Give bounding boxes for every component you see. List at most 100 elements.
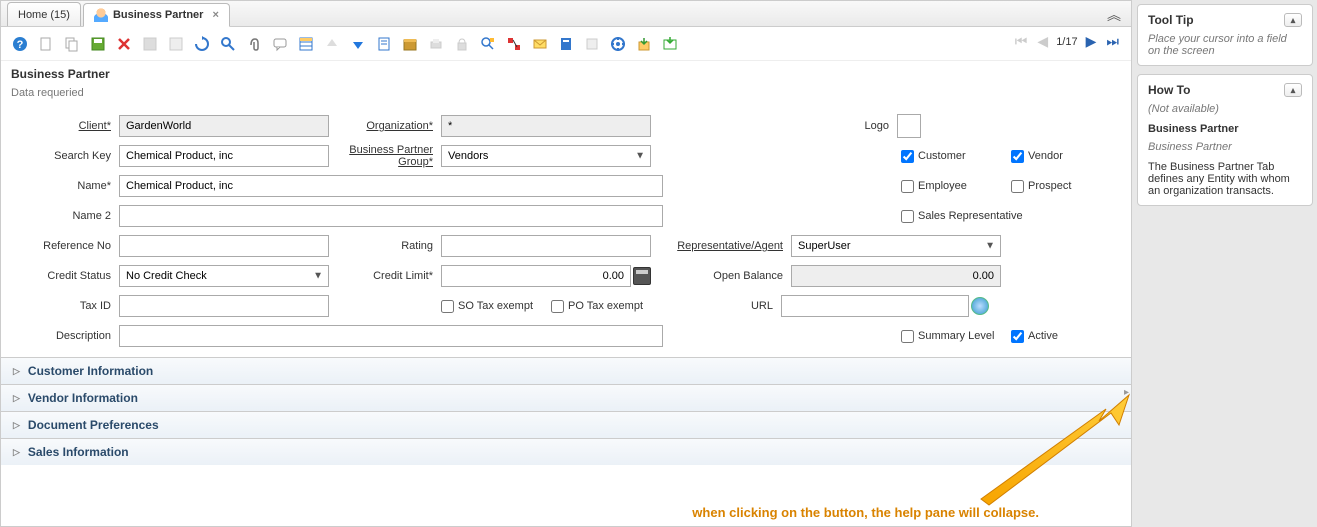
howto-sub: Business Partner (1148, 141, 1302, 153)
help-icon[interactable]: ? (9, 33, 31, 55)
toolbar: ? ⏮ ◀ 1/17 ▶ ⏭ (1, 27, 1131, 61)
lock-icon (451, 33, 473, 55)
collapse-up-icon[interactable]: ▴ (1284, 13, 1302, 27)
help-panel: Tool Tip ▴ Place your cursor into a fiel… (1137, 4, 1313, 214)
label-logo: Logo (837, 120, 897, 132)
label-name2: Name 2 (11, 210, 119, 222)
requests-icon[interactable] (529, 33, 551, 55)
export-icon (581, 33, 603, 55)
organization-field (441, 115, 651, 137)
tab-bp-label: Business Partner (113, 9, 203, 21)
label-repagent[interactable]: Representative/Agent (671, 240, 791, 252)
url-field[interactable] (781, 295, 969, 317)
last-record-icon[interactable]: ⏭ (1104, 33, 1121, 50)
help-pane-collapse-button[interactable]: ▸ (1124, 387, 1129, 398)
tab-home-label: Home (15) (18, 9, 70, 21)
accordion-vendor-info[interactable]: ▷Vendor Information (1, 384, 1131, 411)
tab-business-partner[interactable]: Business Partner × (83, 3, 230, 27)
repagent-field[interactable] (791, 235, 1001, 257)
globe-icon[interactable] (971, 297, 989, 315)
search-key-field[interactable] (119, 145, 329, 167)
name2-field[interactable] (119, 205, 663, 227)
svg-text:?: ? (17, 39, 24, 51)
calculator-icon[interactable] (633, 267, 651, 285)
save-disabled-icon (139, 33, 161, 55)
csv-import-icon[interactable] (659, 33, 681, 55)
howto-na: (Not available) (1148, 103, 1302, 115)
label-taxid: Tax ID (11, 300, 119, 312)
zoom-across-icon[interactable] (477, 33, 499, 55)
record-position: 1/17 (1056, 36, 1077, 48)
howto-body: The Business Partner Tab defines any Ent… (1148, 161, 1302, 197)
refno-field[interactable] (119, 235, 329, 257)
label-organization[interactable]: Organization* (365, 120, 441, 132)
accordion-customer-info[interactable]: ▷Customer Information (1, 357, 1131, 384)
refresh-icon[interactable] (191, 33, 213, 55)
parent-up-icon (321, 33, 343, 55)
process-icon[interactable] (607, 33, 629, 55)
close-icon[interactable]: × (212, 9, 218, 21)
import-icon[interactable] (633, 33, 655, 55)
archive-icon[interactable] (399, 33, 421, 55)
label-search-key: Search Key (11, 150, 119, 162)
report-icon[interactable] (373, 33, 395, 55)
record-navigation: ⏮ ◀ 1/17 ▶ ⏭ (1013, 33, 1121, 50)
chevron-up-icon[interactable]: ︽ (1107, 5, 1121, 25)
print-icon (425, 33, 447, 55)
logo-box[interactable] (897, 114, 921, 138)
credit-status-field[interactable] (119, 265, 329, 287)
accordion-doc-prefs[interactable]: ▷Document Preferences (1, 411, 1131, 438)
credit-limit-field[interactable] (441, 265, 631, 287)
tooltip-body: Place your cursor into a field on the sc… (1148, 33, 1302, 57)
tooltip-box: Tool Tip ▴ Place your cursor into a fiel… (1137, 4, 1313, 66)
delete-icon[interactable] (113, 33, 135, 55)
annotation-text: when clicking on the button, the help pa… (692, 505, 1039, 520)
user-icon (94, 8, 108, 22)
accordion-sales-info[interactable]: ▷Sales Information (1, 438, 1131, 465)
label-credit-limit: Credit Limit* (365, 270, 441, 282)
salesrep-checkbox[interactable]: Sales Representative (901, 210, 1121, 223)
vendor-checkbox[interactable]: Vendor (1011, 150, 1121, 163)
label-rating: Rating (365, 240, 441, 252)
customer-checkbox[interactable]: Customer (901, 150, 1011, 163)
page-title: Business Partner (1, 61, 1131, 85)
bp-group-field[interactable] (441, 145, 651, 167)
triangle-right-icon: ▷ (13, 420, 20, 431)
open-balance-field (791, 265, 1001, 287)
triangle-right-icon: ▷ (13, 393, 20, 404)
name-field[interactable] (119, 175, 663, 197)
label-url: URL (669, 300, 781, 312)
description-field[interactable] (119, 325, 663, 347)
product-info-icon[interactable] (555, 33, 577, 55)
search-icon[interactable] (217, 33, 239, 55)
taxid-field[interactable] (119, 295, 329, 317)
status-text: Data requeried (1, 85, 1131, 105)
copy-icon[interactable] (61, 33, 83, 55)
active-checkbox[interactable]: Active (1011, 330, 1121, 343)
grid-icon[interactable] (295, 33, 317, 55)
label-client[interactable]: Client* (11, 120, 119, 132)
tooltip-title: Tool Tip (1148, 13, 1194, 27)
rating-field[interactable] (441, 235, 651, 257)
new-icon[interactable] (35, 33, 57, 55)
attachment-icon[interactable] (243, 33, 265, 55)
undo-icon (165, 33, 187, 55)
label-open-balance: Open Balance (671, 270, 791, 282)
label-bp-group[interactable]: Business Partner Group* (337, 144, 441, 168)
prospect-checkbox[interactable]: Prospect (1011, 180, 1121, 193)
first-record-icon: ⏮ (1013, 33, 1030, 50)
po-tax-checkbox[interactable]: PO Tax exempt (551, 300, 661, 313)
label-name: Name* (11, 180, 119, 192)
active-workflow-icon[interactable] (503, 33, 525, 55)
summary-checkbox[interactable]: Summary Level (901, 330, 1011, 343)
next-record-icon[interactable]: ▶ (1084, 33, 1099, 50)
tab-home[interactable]: Home (15) (7, 2, 81, 26)
collapse-up-icon[interactable]: ▴ (1284, 83, 1302, 97)
chat-icon[interactable] (269, 33, 291, 55)
detail-down-icon[interactable] (347, 33, 369, 55)
so-tax-checkbox[interactable]: SO Tax exempt (441, 300, 551, 313)
employee-checkbox[interactable]: Employee (901, 180, 1011, 193)
howto-box: How To ▴ (Not available) Business Partne… (1137, 74, 1313, 206)
save-icon[interactable] (87, 33, 109, 55)
howto-title: How To (1148, 83, 1190, 97)
